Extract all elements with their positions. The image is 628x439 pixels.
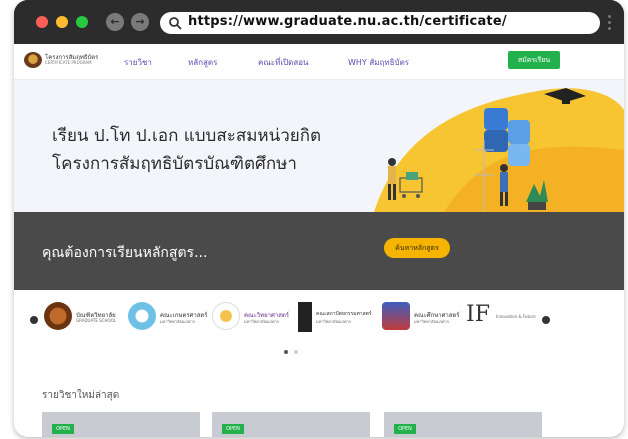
graduate-school-emblem-icon (44, 302, 72, 330)
enroll-button[interactable]: สมัครเรียน (508, 51, 560, 69)
partner-name: IF (466, 302, 490, 327)
partner-sub: GRADUATE SCHOOL (76, 318, 116, 323)
site-logo[interactable]: โครงการสัมฤทธิบัตร CERTIFICATE PROGRAM (24, 52, 114, 72)
maximize-window-button[interactable] (76, 16, 88, 28)
architecture-emblem-icon (298, 302, 312, 332)
carousel-prev-icon[interactable] (30, 316, 38, 324)
web-page: โครงการสัมฤทธิบัตร CERTIFICATE PROGRAM ร… (14, 44, 624, 437)
search-icon (169, 17, 182, 30)
course-card[interactable]: OPEN (212, 412, 370, 437)
partner-sub: Innovation & Future (496, 314, 536, 319)
site-header: โครงการสัมฤทธิบัตร CERTIFICATE PROGRAM ร… (14, 44, 624, 80)
open-badge: OPEN (52, 424, 74, 434)
browser-toolbar: ← → https://www.graduate.nu.ac.th/certif… (14, 0, 624, 44)
course-search-prompt[interactable]: คุณต้องการเรียนหลักสูตร... (42, 242, 207, 264)
partner-sub: มหาวิทยาลัยนเรศวร (414, 319, 449, 324)
url-text: https://www.graduate.nu.ac.th/certificat… (188, 14, 507, 29)
course-card[interactable]: OPEN (42, 412, 200, 437)
forward-icon[interactable]: → (131, 13, 149, 31)
university-seal-icon (24, 52, 42, 68)
partner-sub: มหาวิทยาลัยนเรศวร (316, 319, 351, 324)
partner-sub: มหาวิทยาลัยนเรศวร (244, 319, 279, 324)
partner-logo-6[interactable]: IF Innovation & Future (466, 302, 542, 336)
latest-courses-heading: รายวิชาใหม่ล่าสุด (42, 390, 120, 401)
nav-programs[interactable]: หลักสูตร (188, 56, 217, 69)
partner-logo-2[interactable]: คณะเกษตรศาสตร์ มหาวิทยาลัยนเรศวร (128, 302, 208, 336)
partner-logo-4[interactable]: คณะสถาปัตยกรรมศาสตร์ มหาวิทยาลัยนเรศวร (298, 302, 376, 336)
partner-logo-1[interactable]: บัณฑิตวิทยาลัย GRADUATE SCHOOL (44, 302, 124, 336)
find-course-button[interactable]: ค้นหาหลักสูตร (384, 238, 450, 258)
nav-why[interactable]: WHY สัมฤทธิบัตร (348, 56, 409, 69)
address-bar[interactable]: https://www.graduate.nu.ac.th/certificat… (160, 12, 600, 34)
course-card[interactable]: OPEN (384, 412, 542, 437)
carousel-next-icon[interactable] (542, 316, 550, 324)
carousel-dot[interactable] (294, 350, 298, 354)
back-icon[interactable]: ← (106, 13, 124, 31)
carousel-dot-active[interactable] (284, 350, 288, 354)
open-badge: OPEN (394, 424, 416, 434)
browser-window: ← → https://www.graduate.nu.ac.th/certif… (14, 0, 624, 437)
partner-logo-5[interactable]: คณะศึกษาศาสตร์ มหาวิทยาลัยนเรศวร (382, 302, 466, 336)
education-emblem-icon (382, 302, 410, 330)
hero-title-line1: เรียน ป.โท ป.เอก แบบสะสมหน่วยกิต (52, 126, 322, 146)
open-badge: OPEN (222, 424, 244, 434)
nav-faculties[interactable]: คณะที่เปิดสอน (258, 56, 309, 69)
close-window-button[interactable] (36, 16, 48, 28)
hero-title-line2: โครงการสัมฤทธิบัตรบัณฑิตศึกษา (52, 154, 297, 174)
course-search-band: คุณต้องการเรียนหลักสูตร... ค้นหาหลักสูตร (14, 212, 624, 290)
more-options-icon[interactable] (608, 15, 612, 31)
partner-logo-3[interactable]: คณะวิทยาศาสตร์ มหาวิทยาลัยนเรศวร (212, 302, 294, 336)
hero-banner: เรียน ป.โท ป.เอก แบบสะสมหน่วยกิต โครงการ… (14, 80, 624, 212)
partner-sub: มหาวิทยาลัยนเรศวร (160, 319, 195, 324)
agriculture-emblem-icon (128, 302, 156, 330)
nav-courses[interactable]: รายวิชา (124, 56, 152, 69)
latest-courses-section: รายวิชาใหม่ล่าสุด OPEN OPEN OPEN (14, 370, 624, 437)
science-emblem-icon (212, 302, 240, 330)
minimize-window-button[interactable] (56, 16, 68, 28)
partner-carousel: บัณฑิตวิทยาลัย GRADUATE SCHOOL คณะเกษตรศ… (14, 290, 624, 370)
partner-name: คณะสถาปัตยกรรมศาสตร์ (316, 311, 372, 317)
logo-subtitle: CERTIFICATE PROGRAM (45, 60, 92, 65)
